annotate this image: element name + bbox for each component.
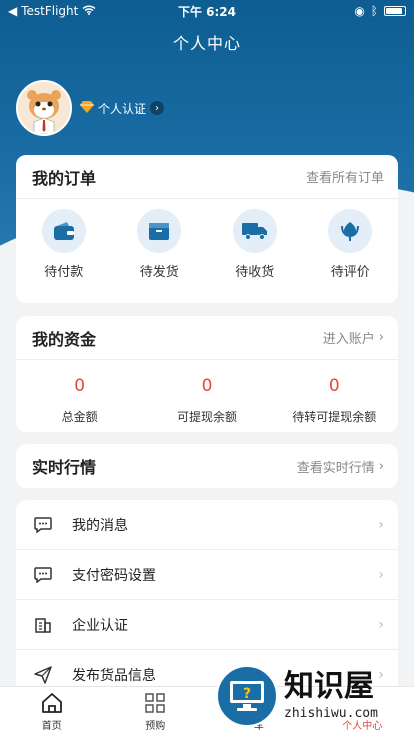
user-icon — [350, 691, 374, 715]
order-label: 待付款 — [44, 265, 84, 280]
view-market-link[interactable]: 查看实时行情 › — [297, 457, 384, 476]
building-icon — [32, 614, 54, 636]
back-arrow-icon[interactable]: ◀ — [8, 4, 17, 18]
fund-value: 0 — [201, 376, 213, 396]
send-icon — [32, 664, 54, 686]
tab-label: 车 — [253, 721, 264, 732]
menu-item-payment-password[interactable]: 支付密码设置 › — [16, 550, 398, 600]
cart-icon — [247, 691, 271, 715]
chevron-right-icon: › — [378, 330, 384, 345]
page-title: 个人中心 — [172, 34, 241, 53]
fund-label: 可提现余额 — [176, 410, 237, 424]
wallet-icon — [41, 209, 86, 253]
order-label: 待评价 — [330, 265, 370, 280]
menu-label: 发布货品信息 — [72, 667, 156, 684]
menu-label: 我的消息 — [72, 517, 128, 534]
grid-icon — [143, 691, 167, 715]
tab-home[interactable]: 首页 — [0, 687, 104, 736]
lock-rotation-icon: ◉ — [354, 4, 365, 18]
diamond-icon — [80, 100, 94, 116]
certification-badge[interactable]: 个人认证 › — [80, 100, 165, 117]
chevron-right-icon: › — [150, 101, 165, 115]
password-icon — [32, 564, 54, 586]
battery-icon — [384, 6, 406, 16]
menu-label: 支付密码设置 — [72, 567, 156, 584]
enter-account-link[interactable]: 进入账户 › — [323, 328, 384, 347]
fund-total[interactable]: 0 总金额 — [20, 376, 140, 425]
orders-title: 我的订单 — [32, 168, 97, 188]
order-label: 待发货 — [139, 265, 179, 280]
orders-card: 我的订单 查看所有订单 待付款 待发货 待收货 待评价 — [16, 155, 398, 303]
chevron-right-icon: › — [378, 458, 384, 474]
tab-bar: 首页 预购 车 个人中心 — [0, 686, 414, 736]
order-pending-review[interactable]: 待评价 — [315, 209, 385, 280]
menu-label: 企业认证 — [72, 617, 128, 634]
tab-label: 首页 — [41, 721, 62, 732]
view-all-orders-link[interactable]: 查看所有订单 — [306, 167, 384, 186]
chevron-right-icon: › — [378, 516, 384, 533]
order-pending-shipment[interactable]: 待发货 — [124, 209, 194, 280]
menu-item-enterprise-cert[interactable]: 企业认证 › — [16, 600, 398, 650]
message-icon — [32, 514, 54, 536]
profile-section: 个人认证 › — [16, 80, 165, 136]
enter-account-label: 进入账户 — [322, 332, 375, 347]
fund-label: 待转可提现余额 — [292, 410, 377, 424]
carrier-label: TestFlight — [21, 4, 79, 18]
menu-item-messages[interactable]: 我的消息 › — [16, 500, 398, 550]
fund-label: 总金额 — [61, 410, 98, 424]
view-market-label: 查看实时行情 — [296, 460, 375, 476]
status-time: 下午 6:24 — [177, 4, 237, 19]
funds-title: 我的资金 — [32, 329, 97, 349]
chevron-right-icon: › — [378, 666, 384, 683]
certification-label: 个人认证 — [98, 101, 147, 116]
wifi-icon — [82, 4, 96, 18]
fund-withdrawable[interactable]: 0 可提现余额 — [147, 376, 267, 425]
order-pending-receipt[interactable]: 待收货 — [220, 209, 290, 280]
tab-profile[interactable]: 个人中心 — [311, 687, 414, 736]
tab-cart[interactable]: 车 — [207, 687, 311, 736]
market-card[interactable]: 实时行情 查看实时行情 › — [16, 444, 398, 488]
funds-card: 我的资金 进入账户 › 0 总金额 0 可提现余额 0 待转可提现余额 — [16, 316, 398, 432]
avatar[interactable] — [16, 80, 72, 136]
settings-menu: 我的消息 › 支付密码设置 › 企业认证 › 发布货品信息 › — [16, 500, 398, 700]
truck-icon — [232, 209, 277, 253]
market-title: 实时行情 — [32, 458, 97, 477]
flower-icon — [328, 209, 373, 253]
chevron-right-icon: › — [378, 616, 384, 633]
home-icon — [40, 691, 64, 715]
bluetooth-icon: ᛒ — [370, 4, 378, 18]
order-pending-payment[interactable]: 待付款 — [29, 209, 99, 280]
chevron-right-icon: › — [378, 566, 384, 583]
fund-pending-withdrawable[interactable]: 0 待转可提现余额 — [274, 376, 394, 425]
tab-label: 个人中心 — [342, 721, 383, 732]
order-label: 待收货 — [235, 265, 275, 280]
tab-label: 预购 — [145, 721, 166, 732]
tab-preorder[interactable]: 预购 — [104, 687, 208, 736]
box-icon — [137, 209, 182, 253]
fund-value: 0 — [74, 376, 86, 396]
status-bar: ◀ TestFlight 下午 6:24 ◉ ᛒ — [0, 0, 414, 22]
fund-value: 0 — [328, 376, 340, 396]
